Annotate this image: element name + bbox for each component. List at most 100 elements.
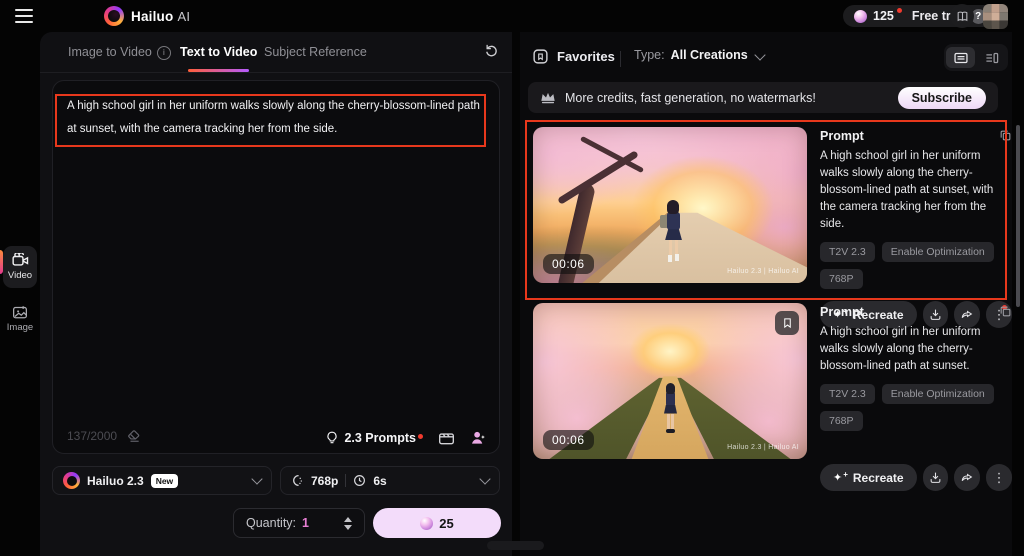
share-button[interactable] <box>954 464 981 491</box>
composer-panel: Image to Video i Text to Video Subject Re… <box>40 32 512 556</box>
feed-view-icon <box>953 52 968 63</box>
girl-silhouette <box>659 200 689 278</box>
prompt-tools: 2.3 Prompts <box>325 430 487 445</box>
more-button[interactable]: ⋮ <box>986 464 1012 491</box>
copy-icon <box>1000 306 1011 317</box>
char-counter-row: 137/2000 <box>67 429 141 443</box>
quantity-label: Quantity: <box>246 516 297 530</box>
hailuo-app: Hailuo AI 125 Free trial ? Video Image I… <box>0 0 1024 556</box>
tab-subject-reference[interactable]: Subject Reference <box>264 32 367 72</box>
copy-prompt-button[interactable] <box>999 305 1012 318</box>
duration-badge: 00:06 <box>543 430 594 450</box>
notification-dot <box>896 8 902 13</box>
character-reference-icon[interactable] <box>470 430 487 445</box>
copy-prompt-button[interactable] <box>999 129 1012 142</box>
crown-icon <box>541 92 555 104</box>
resolution-duration-select[interactable]: 768p 6s <box>280 466 500 495</box>
tag-model: T2V 2.3 <box>820 384 875 404</box>
quantity-stepper[interactable]: Quantity: 1 <box>233 508 365 538</box>
creations-panel: Favorites Type: All Creations More credi… <box>520 32 1012 556</box>
download-button[interactable] <box>922 464 949 491</box>
user-avatar[interactable] <box>983 4 1008 29</box>
tab-text-to-video[interactable]: Text to Video <box>180 32 257 72</box>
prompt-card: A high school girl in her uniform walks … <box>52 80 500 454</box>
tag-resolution: 768P <box>820 411 863 431</box>
divider <box>345 474 347 487</box>
view-toggle <box>944 44 1008 71</box>
chevron-down-icon <box>479 473 491 485</box>
info-icon: i <box>156 46 171 60</box>
prompt-title: Prompt <box>820 305 864 319</box>
prompts-library-button[interactable]: 2.3 Prompts <box>325 431 423 445</box>
generate-button[interactable]: 25 <box>373 508 501 538</box>
copy-icon <box>1000 130 1011 141</box>
lightbulb-icon <box>327 431 338 443</box>
app-logo[interactable]: Hailuo AI <box>104 6 190 26</box>
video-camera-icon <box>11 253 28 266</box>
cost-orb-icon <box>420 516 434 530</box>
tag-optimization: Enable Optimization <box>881 242 994 262</box>
video-thumbnail[interactable]: 00:06 Hailuo 2.3 | Hailuo AI <box>533 303 807 459</box>
card-prompt-text: A high school girl in her uniform walks … <box>820 150 994 230</box>
share-icon <box>961 473 973 481</box>
sidebar-item-video[interactable]: Video <box>3 246 37 288</box>
stepper-arrows[interactable] <box>344 516 352 530</box>
subscribe-button[interactable]: Subscribe <box>897 86 986 109</box>
prompts-new-dot <box>418 433 423 439</box>
sidebar-label-image: Image <box>6 322 34 333</box>
watermark: Hailuo 2.3 | Hailuo AI <box>727 268 799 275</box>
quantity-value: 1 <box>302 516 309 530</box>
bottom-scroll-handle[interactable] <box>487 541 544 550</box>
increment-icon[interactable] <box>344 516 352 522</box>
view-feed-button[interactable] <box>946 47 975 68</box>
download-icon <box>930 472 941 483</box>
split-view-icon <box>985 52 998 63</box>
gallery-scrollbar[interactable] <box>1016 125 1020 307</box>
tag-model: T2V 2.3 <box>820 242 875 262</box>
more-icon: ⋮ <box>992 470 1006 485</box>
resolution-value: 768p <box>311 473 339 488</box>
bookmark-icon <box>783 318 791 329</box>
clear-eraser-icon[interactable] <box>127 429 141 443</box>
duration-value: 6s <box>373 473 387 488</box>
avatar-image <box>983 4 1008 29</box>
decrement-icon[interactable] <box>344 524 352 530</box>
brand-name: Hailuo AI <box>131 8 191 24</box>
model-select[interactable]: Hailuo 2.3 New <box>52 466 272 495</box>
active-tab-underline <box>188 69 250 72</box>
card-details: Prompt A high school girl in her uniform… <box>820 305 1012 491</box>
resolution-icon <box>293 474 302 487</box>
bookmark-button[interactable] <box>775 311 799 335</box>
clock-icon <box>354 475 366 486</box>
generate-cost: 25 <box>439 515 454 531</box>
prompt-input[interactable]: A high school girl in her uniform walks … <box>67 95 487 141</box>
tab-image-to-video[interactable]: Image to Video i <box>68 32 171 72</box>
guide-icon[interactable] <box>950 4 974 28</box>
credit-orb-icon <box>854 9 867 23</box>
model-name: Hailuo 2.3 <box>87 473 144 488</box>
card-prompt-text: A high school girl in her uniform walks … <box>820 326 981 372</box>
char-counter: 137/2000 <box>67 429 118 443</box>
prompt-title: Prompt <box>820 129 864 143</box>
favorites-filter[interactable]: Favorites <box>532 48 615 65</box>
image-icon <box>13 306 27 319</box>
model-new-badge: New <box>150 473 179 488</box>
view-split-button[interactable] <box>977 47 1006 68</box>
sidebar-label-video: Video <box>7 270 33 281</box>
camera-setting-icon[interactable] <box>438 430 455 445</box>
banner-text: More credits, fast generation, no waterm… <box>565 90 816 105</box>
sidebar-item-image[interactable]: Image <box>3 298 37 340</box>
tag-resolution: 768P <box>820 269 863 289</box>
book-icon <box>957 11 967 21</box>
reset-button[interactable] <box>484 43 499 58</box>
video-thumbnail[interactable]: 00:06 Hailuo 2.3 | Hailuo AI <box>533 127 807 283</box>
composer-tabbar: Image to Video i Text to Video Subject Re… <box>40 32 512 73</box>
tag-optimization: Enable Optimization <box>881 384 994 404</box>
divider <box>620 51 621 67</box>
menu-icon[interactable] <box>15 9 33 23</box>
type-filter-select[interactable]: Type: All Creations <box>634 48 766 62</box>
credits-count: 125 <box>873 9 894 23</box>
recreate-button[interactable]: ✦ + Recreate <box>820 464 917 491</box>
refresh-icon <box>486 44 497 57</box>
duration-badge: 00:06 <box>543 254 594 274</box>
